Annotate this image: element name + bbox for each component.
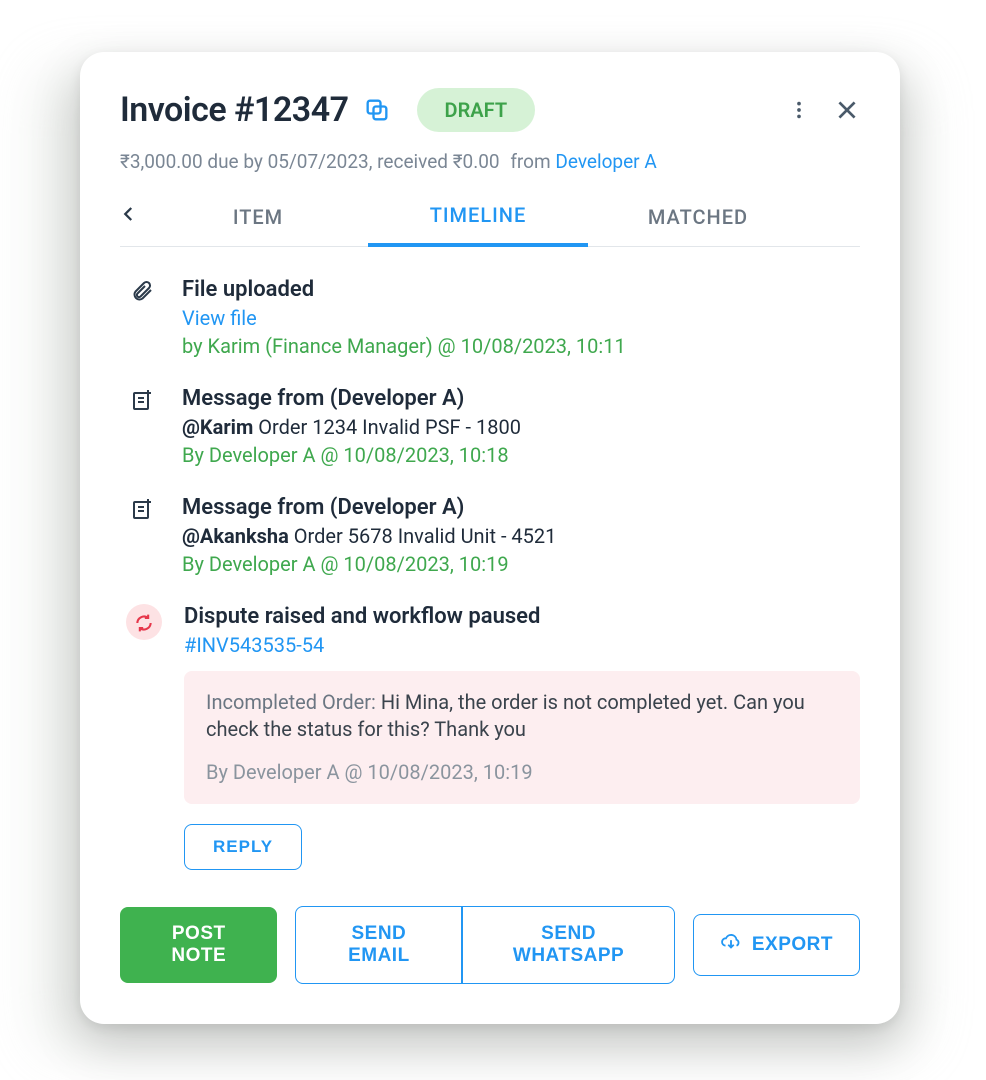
from-name[interactable]: Developer A xyxy=(555,150,656,173)
entry-meta: by Karim (Finance Manager) @ 10/08/2023,… xyxy=(182,334,860,358)
due-text: ₹3,000.00 due by 05/07/2023, received ₹0… xyxy=(120,150,500,173)
entry-body: Message from (Developer A) @Akanksha Ord… xyxy=(182,495,860,576)
entry-meta: By Developer A @ 10/08/2023, 10:19 xyxy=(182,552,860,576)
dispute-by: By Developer A @ 10/08/2023, 10:19 xyxy=(206,759,838,786)
view-file-link[interactable]: View file xyxy=(182,306,860,330)
entry-message: @Karim Order 1234 Invalid PSF - 1800 xyxy=(182,415,860,439)
reply-button[interactable]: REPLY xyxy=(184,824,302,870)
export-label: EXPORT xyxy=(752,934,833,956)
tab-matched[interactable]: MATCHED xyxy=(588,197,808,245)
timeline-entry: File uploaded View file by Karim (Financ… xyxy=(130,277,860,358)
from-label: from xyxy=(510,150,550,173)
entry-message: @Akanksha Order 5678 Invalid Unit - 4521 xyxy=(182,524,860,548)
dispute-text: Incompleted Order: Hi Mina, the order is… xyxy=(206,689,838,743)
export-button[interactable]: EXPORT xyxy=(693,914,860,976)
footer-actions: POST NOTE SEND EMAIL SEND WHATSAPP EXPOR… xyxy=(120,906,860,984)
mention[interactable]: @Karim xyxy=(182,415,253,439)
invoice-title: Invoice #12347 xyxy=(120,90,349,130)
send-email-button[interactable]: SEND EMAIL xyxy=(295,906,462,984)
entry-body: File uploaded View file by Karim (Financ… xyxy=(182,277,860,358)
status-badge: DRAFT xyxy=(417,88,536,132)
timeline-entry: Message from (Developer A) @Akanksha Ord… xyxy=(130,495,860,576)
cloud-download-icon xyxy=(720,931,742,959)
timeline-list: File uploaded View file by Karim (Financ… xyxy=(120,277,860,870)
more-icon[interactable] xyxy=(788,99,810,121)
timeline-entry: Message from (Developer A) @Karim Order … xyxy=(130,386,860,467)
tab-timeline[interactable]: TIMELINE xyxy=(368,195,588,247)
tab-back-icon[interactable] xyxy=(120,196,148,245)
mention[interactable]: @Akanksha xyxy=(182,524,289,548)
tabs: ITEM TIMELINE MATCHED xyxy=(120,195,860,247)
note-icon xyxy=(130,386,160,467)
header-actions xyxy=(788,97,860,123)
send-whatsapp-button[interactable]: SEND WHATSAPP xyxy=(462,906,675,984)
tab-item[interactable]: ITEM xyxy=(148,197,368,245)
attachment-icon xyxy=(130,277,160,358)
entry-body: Message from (Developer A) @Karim Order … xyxy=(182,386,860,467)
post-note-button[interactable]: POST NOTE xyxy=(120,907,277,983)
dispute-reference[interactable]: #INV543535-54 xyxy=(184,633,860,657)
copy-icon[interactable] xyxy=(363,96,391,124)
entry-meta: By Developer A @ 10/08/2023, 10:18 xyxy=(182,443,860,467)
entry-title: Dispute raised and workflow paused xyxy=(184,604,860,629)
header-row: Invoice #12347 DRAFT xyxy=(120,88,860,132)
timeline-entry: Dispute raised and workflow paused #INV5… xyxy=(130,604,860,870)
message-text: Order 5678 Invalid Unit - 4521 xyxy=(294,524,557,548)
entry-title: File uploaded xyxy=(182,277,860,302)
dispute-label: Incompleted Order: xyxy=(206,690,376,714)
note-icon xyxy=(130,495,160,576)
invoice-detail-card: Invoice #12347 DRAFT ₹3,000.00 due by 05… xyxy=(80,52,900,1024)
entry-title: Message from (Developer A) xyxy=(182,495,860,520)
message-text: Order 1234 Invalid PSF - 1800 xyxy=(258,415,521,439)
invoice-subline: ₹3,000.00 due by 05/07/2023, received ₹0… xyxy=(120,150,860,173)
close-icon[interactable] xyxy=(834,97,860,123)
dispute-message-box: Incompleted Order: Hi Mina, the order is… xyxy=(184,671,860,804)
dispute-icon xyxy=(126,604,162,640)
entry-body: Dispute raised and workflow paused #INV5… xyxy=(184,604,860,870)
entry-title: Message from (Developer A) xyxy=(182,386,860,411)
